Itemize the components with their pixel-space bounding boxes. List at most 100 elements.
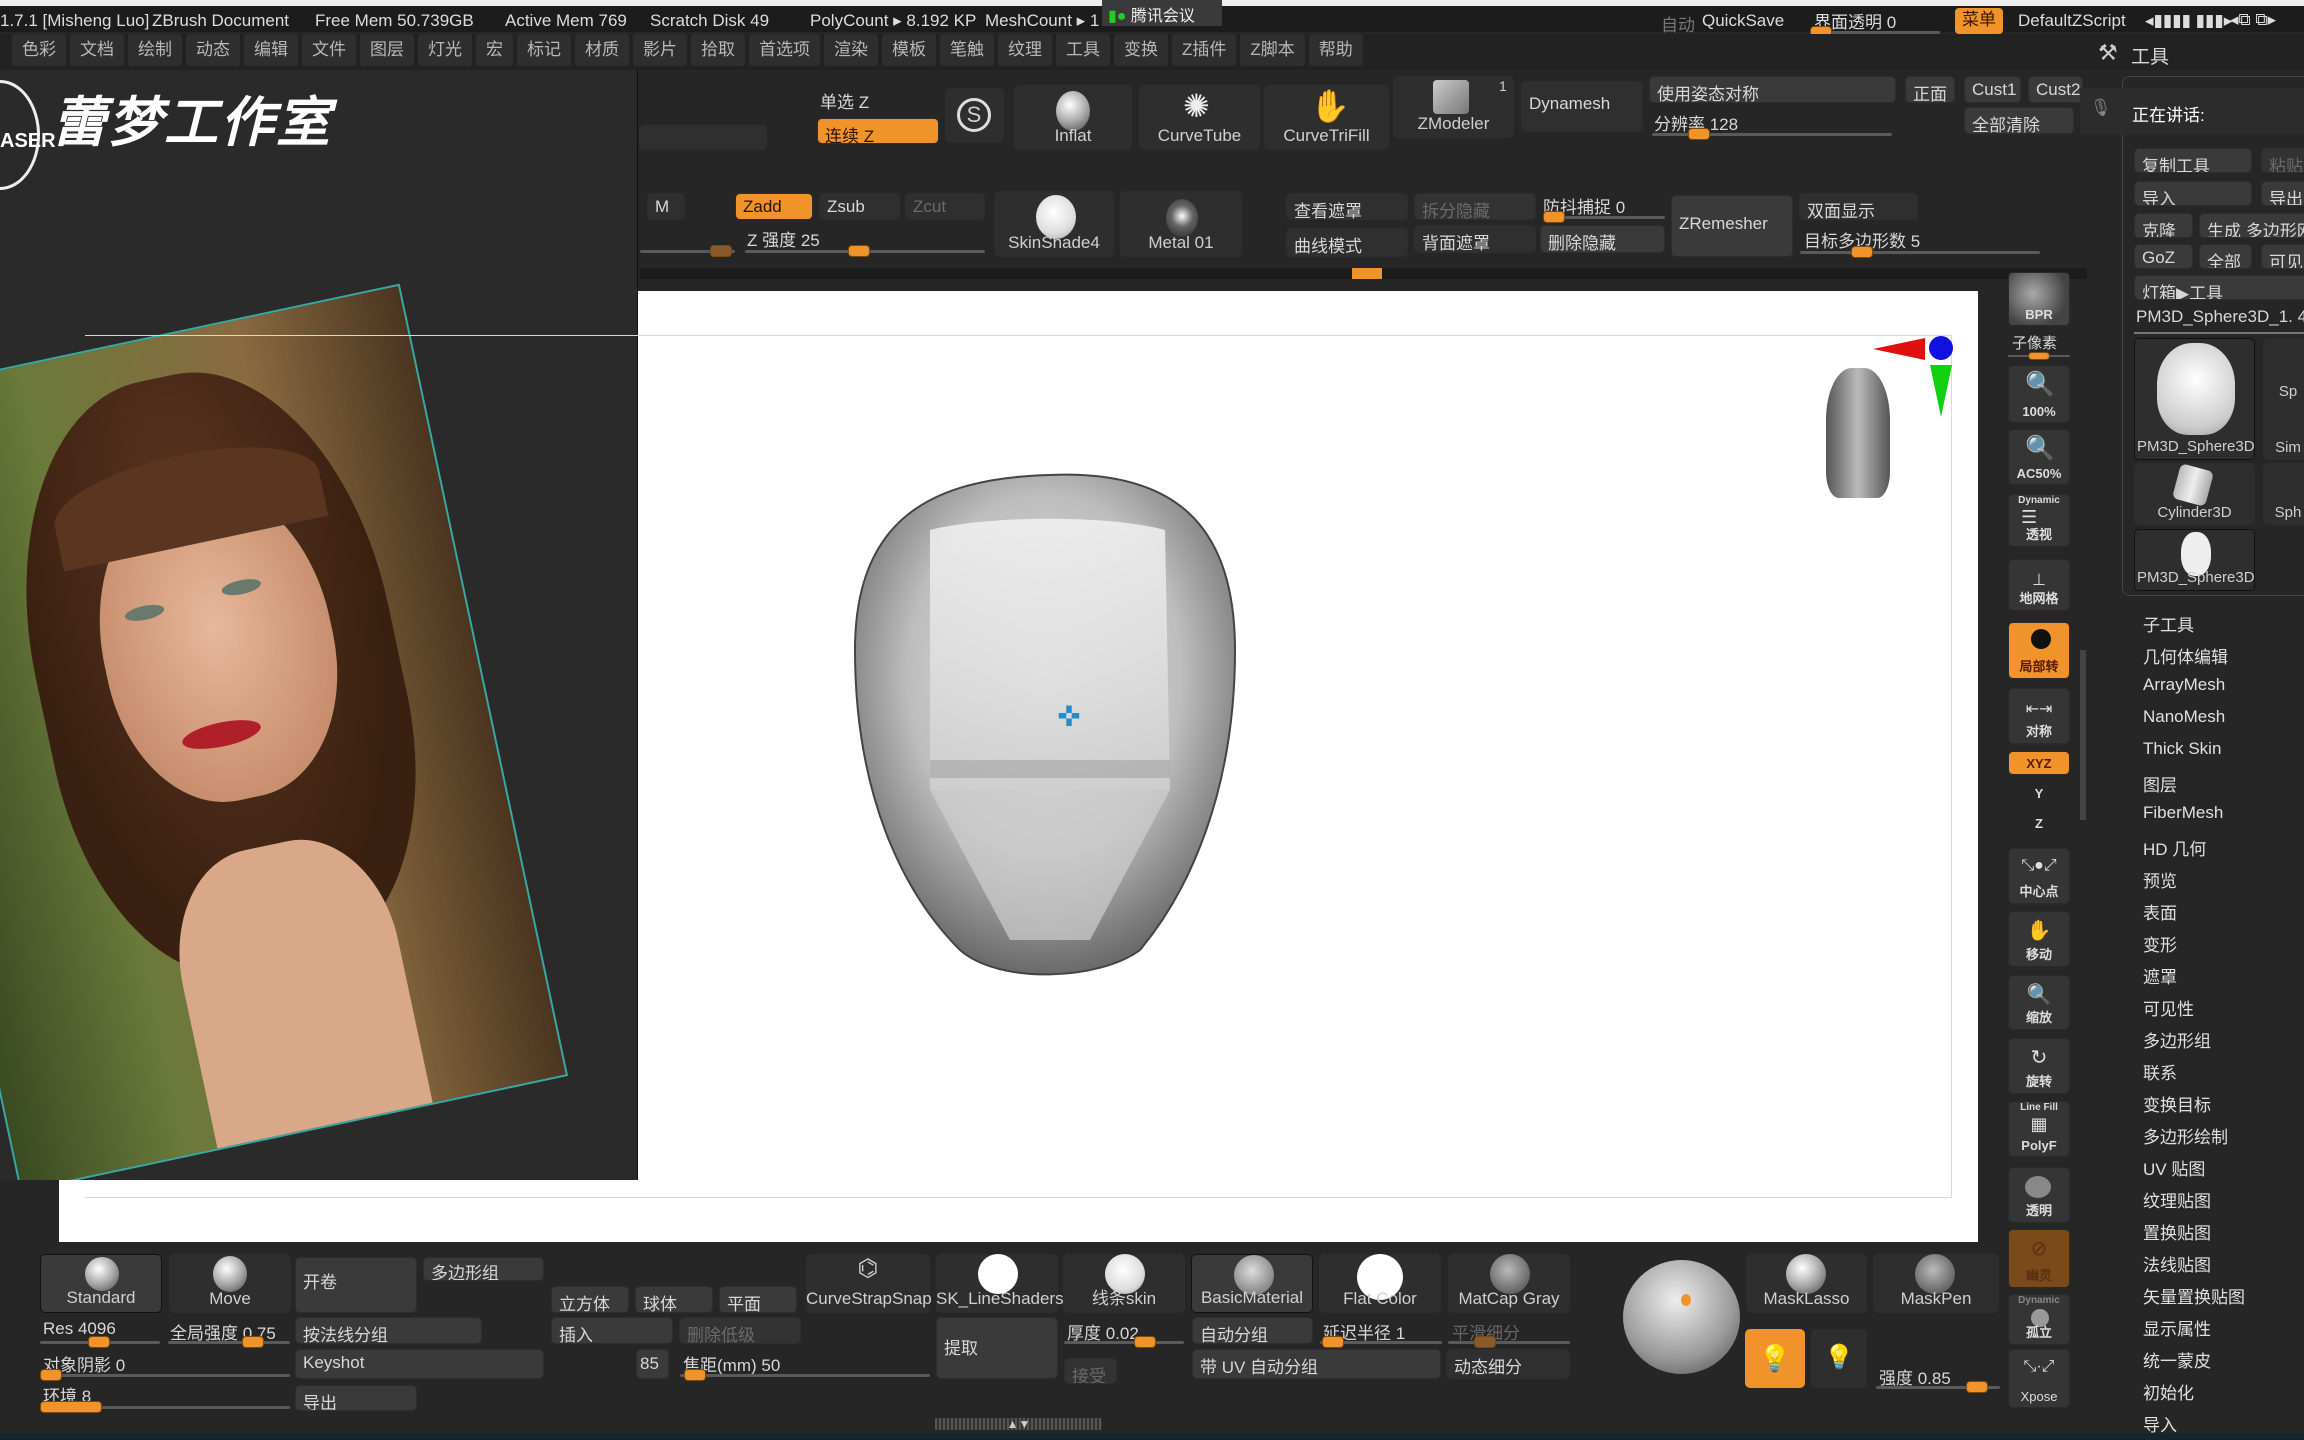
menu-item[interactable]: 标记 <box>517 34 571 66</box>
slider-knob[interactable] <box>1966 1381 1988 1393</box>
menu-item[interactable]: 文档 <box>70 34 124 66</box>
symmetry-button[interactable]: ⇤⇥ 对称 <box>2008 688 2070 744</box>
goz-all-button[interactable]: 全部 <box>2199 244 2252 269</box>
rgb-intensity-slider[interactable] <box>640 245 735 257</box>
goz-visible-button[interactable]: 可见 <box>2261 244 2304 269</box>
lazy-radius-slider[interactable] <box>1320 1336 1442 1348</box>
delete-hidden-button[interactable]: 删除隐藏 <box>1540 225 1665 253</box>
zbrush-logo-button[interactable]: S <box>945 88 1004 143</box>
zoom-100-button[interactable]: 🔍 100% <box>2008 365 2070 423</box>
res-slider[interactable] <box>40 1336 160 1348</box>
front-button[interactable]: 正面 <box>1905 76 1955 103</box>
menu-item[interactable]: 影片 <box>633 34 687 66</box>
slider-knob[interactable] <box>88 1336 110 1348</box>
menu-item[interactable]: 编辑 <box>244 34 298 66</box>
menu-item[interactable]: 宏 <box>476 34 513 66</box>
timeline-strip[interactable] <box>640 268 2090 279</box>
sphere-button[interactable]: 球体 <box>635 1286 713 1313</box>
rotate-z-button[interactable]: Z <box>2008 813 2070 834</box>
focal-length-slider[interactable] <box>680 1369 930 1381</box>
tool-menu-item[interactable]: 预览 <box>2143 867 2177 892</box>
slider-knob[interactable] <box>40 1369 62 1381</box>
lightbox-tools-button[interactable]: 灯箱▶工具 <box>2134 275 2304 300</box>
slider-knob[interactable] <box>1474 1336 1496 1348</box>
brush-curvetrifill[interactable]: ✋ CurveTriFill <box>1264 85 1389 150</box>
brush-standard[interactable]: Standard <box>40 1254 162 1313</box>
timeline-marker[interactable] <box>1352 268 1382 279</box>
xpose-button[interactable]: ⤡·⤢ Xpose <box>2008 1349 2070 1408</box>
menu-item[interactable]: Z脚本 <box>1240 34 1305 66</box>
tool-menu-item[interactable]: Thick Skin <box>2143 739 2221 759</box>
tool-menu-item[interactable]: NanoMesh <box>2143 707 2225 727</box>
auto-groups-uv-button[interactable]: 带 UV 自动分组 <box>1192 1349 1441 1379</box>
accept-button[interactable]: 接受 <box>1064 1358 1117 1384</box>
menu-item[interactable]: 灯光 <box>418 34 472 66</box>
menu-item[interactable]: 工具 <box>1056 34 1110 66</box>
menu-item[interactable]: 绘制 <box>128 34 182 66</box>
clone-button[interactable]: 克隆 <box>2134 213 2193 238</box>
tool-menu-item[interactable]: 变形 <box>2143 931 2177 956</box>
tool-menu-item[interactable]: 联系 <box>2143 1059 2177 1084</box>
continuous-z-button[interactable]: 连续 Z <box>817 118 939 144</box>
tool-menu-item[interactable]: 子工具 <box>2143 611 2194 636</box>
view-mask-button[interactable]: 查看遮罩 <box>1286 193 1408 220</box>
tool-palette-title[interactable]: 工具 <box>2131 42 2169 69</box>
brush-curvetube[interactable]: ✺ CurveTube <box>1139 85 1260 150</box>
export-button[interactable]: 导出 <box>2261 181 2304 206</box>
menu-item[interactable]: 色彩 <box>12 34 66 66</box>
tool-thumb-sphere[interactable]: Sp Sim <box>2263 338 2304 460</box>
slider-knob[interactable] <box>40 1401 102 1413</box>
polygroups-button[interactable]: 多边形组 <box>423 1257 544 1281</box>
split-hidden-button[interactable]: 拆分隐藏 <box>1414 193 1536 220</box>
delete-lower-button[interactable]: 删除低级 <box>679 1317 801 1344</box>
tool-menu-item[interactable]: 遮罩 <box>2143 963 2177 988</box>
current-tool-name[interactable]: PM3D_Sphere3D_1. 49 <box>2136 307 2304 327</box>
polyframe-button[interactable]: Line Fill ▦ PolyF <box>2008 1101 2070 1157</box>
slider-knob[interactable] <box>1688 128 1710 140</box>
ambient-slider[interactable] <box>40 1401 290 1413</box>
single-z-button[interactable]: 单选 Z <box>820 88 869 113</box>
material-metal01[interactable]: Metal 01 <box>1120 191 1242 257</box>
bpr-button[interactable]: BPR <box>2008 272 2070 326</box>
perspective-button[interactable]: Dynamic ☰ 透视 <box>2008 494 2070 547</box>
slider-knob[interactable] <box>1543 211 1565 223</box>
tool-thumb-pm3d-sphere-small[interactable]: PM3D_Sphere3D <box>2134 529 2255 591</box>
global-intensity-slider[interactable] <box>168 1336 290 1348</box>
object-shadow-slider[interactable] <box>40 1369 290 1381</box>
export-bottom-button[interactable]: 导出 <box>295 1385 417 1411</box>
transpose-crosshair-icon[interactable]: ✜ <box>1055 703 1083 731</box>
material-flatcolor[interactable]: Flat Color <box>1319 1254 1441 1313</box>
brush-curvestrapsnap[interactable]: ⌬ CurveStrapSnap <box>806 1254 932 1313</box>
menu-item[interactable]: 纹理 <box>998 34 1052 66</box>
brush-masklasso[interactable]: MaskLasso <box>1746 1254 1867 1313</box>
zsub-button[interactable]: Zsub <box>819 193 900 220</box>
tool-thumb-cylinder3d[interactable]: Cylinder3D <box>2134 463 2255 525</box>
rotate-xyz-button[interactable]: XYZ <box>2008 751 2070 775</box>
solo-button[interactable]: Dynamic 孤立 <box>2008 1294 2070 1345</box>
transparency-button[interactable]: 透明 <box>2008 1167 2070 1223</box>
keyshot-button[interactable]: Keyshot <box>295 1349 544 1379</box>
use-pose-symmetry-button[interactable]: 使用姿态对称 <box>1649 76 1896 103</box>
navigation-head-icon[interactable] <box>1826 368 1890 498</box>
shelf-scrollbar[interactable] <box>2080 650 2086 820</box>
extract-button[interactable]: 提取 <box>936 1317 1058 1379</box>
subpixel-slider[interactable] <box>2008 352 2070 360</box>
menu-item[interactable]: 图层 <box>360 34 414 66</box>
plane-button[interactable]: 平面 <box>719 1286 797 1313</box>
brush-maskpen[interactable]: MaskPen <box>1873 1254 1999 1313</box>
tool-menu-item[interactable]: 多边形绘制 <box>2143 1123 2228 1148</box>
shrink-icon[interactable]: ◂▮▮▮▮ ▮▮▮▸ <box>2145 11 2232 31</box>
tool-menu-item[interactable]: 纹理贴图 <box>2143 1187 2211 1212</box>
smooth-subdiv-slider[interactable] <box>1448 1336 1570 1348</box>
auto-groups-button[interactable]: 自动分组 <box>1192 1317 1313 1344</box>
menu-toggle-button[interactable]: 菜单 <box>1955 8 2003 34</box>
clear-all-button[interactable]: 全部清除 <box>1964 107 2074 134</box>
lazy-snap-slider[interactable] <box>1543 211 1665 223</box>
make-polymesh-button[interactable]: 生成 多边形网格 <box>2199 213 2304 238</box>
floor-grid-button[interactable]: ⊥ 地网格 <box>2008 559 2070 611</box>
material-matcapgray[interactable]: MatCap Gray <box>1448 1254 1570 1313</box>
local-rotate-button[interactable]: 局部转 <box>2008 622 2070 679</box>
slider-knob[interactable] <box>848 245 870 257</box>
tool-menu-item[interactable]: 几何体编辑 <box>2143 643 2228 668</box>
z-intensity-slider[interactable] <box>745 245 985 257</box>
